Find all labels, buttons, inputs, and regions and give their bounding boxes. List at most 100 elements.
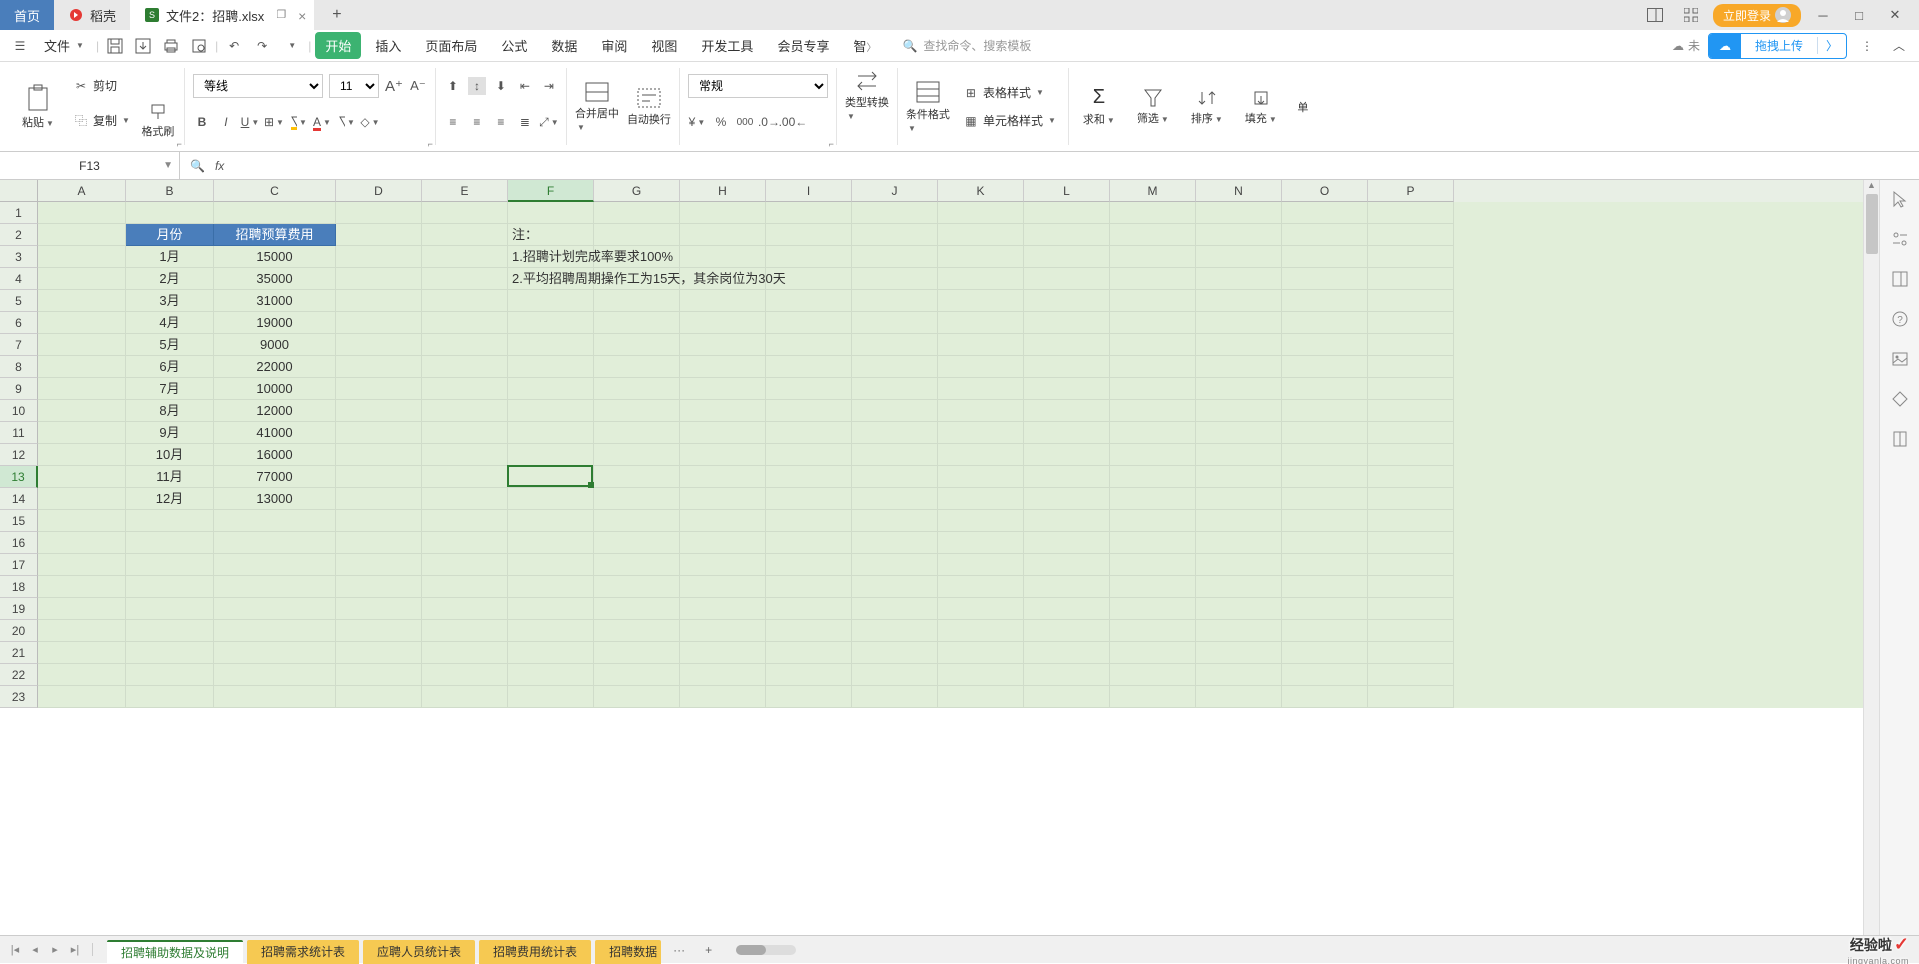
cell-O5[interactable] [1282, 290, 1368, 312]
menu-tab-layout[interactable]: 页面布局 [415, 32, 487, 59]
cell-J8[interactable] [852, 356, 938, 378]
cell-G17[interactable] [594, 554, 680, 576]
increase-font-icon[interactable]: A⁺ [385, 77, 403, 95]
font-color-icon[interactable]: A▼ [313, 113, 331, 131]
cell-L1[interactable] [1024, 202, 1110, 224]
format-painter-button[interactable]: 格式刷 [140, 103, 176, 139]
cell-N16[interactable] [1196, 532, 1282, 554]
sheet-add-icon[interactable]: + [697, 943, 720, 957]
cell-M19[interactable] [1110, 598, 1196, 620]
tab-file-active[interactable]: S 文件2：招聘.xlsx ❐ × [130, 0, 314, 30]
cell-J7[interactable] [852, 334, 938, 356]
menu-tab-formula[interactable]: 公式 [491, 32, 537, 59]
cell-P11[interactable] [1368, 422, 1454, 444]
sort-button[interactable]: 排序▼ [1185, 68, 1229, 145]
cell-B1[interactable] [126, 202, 214, 224]
cell-J9[interactable] [852, 378, 938, 400]
row-header-9[interactable]: 9 [0, 378, 38, 400]
row-header-6[interactable]: 6 [0, 312, 38, 334]
cell-B12[interactable]: 10月 [126, 444, 214, 466]
cell-A5[interactable] [38, 290, 126, 312]
paste-button[interactable]: 粘贴▼ [16, 68, 60, 145]
cell-P4[interactable] [1368, 268, 1454, 290]
cell-M10[interactable] [1110, 400, 1196, 422]
cell-E13[interactable] [422, 466, 508, 488]
cell-I1[interactable] [766, 202, 852, 224]
cell-K3[interactable] [938, 246, 1024, 268]
cell-O10[interactable] [1282, 400, 1368, 422]
cell-L12[interactable] [1024, 444, 1110, 466]
cell-L18[interactable] [1024, 576, 1110, 598]
cell-I16[interactable] [766, 532, 852, 554]
cell-N12[interactable] [1196, 444, 1282, 466]
cell-M14[interactable] [1110, 488, 1196, 510]
increase-decimal-icon[interactable]: .0→ [760, 113, 778, 131]
cell-A8[interactable] [38, 356, 126, 378]
cell-F15[interactable] [508, 510, 594, 532]
col-header-M[interactable]: M [1110, 180, 1196, 202]
cell-P6[interactable] [1368, 312, 1454, 334]
cell-H6[interactable] [680, 312, 766, 334]
cell-G22[interactable] [594, 664, 680, 686]
col-header-A[interactable]: A [38, 180, 126, 202]
cell-M13[interactable] [1110, 466, 1196, 488]
cell-E17[interactable] [422, 554, 508, 576]
cell-M22[interactable] [1110, 664, 1196, 686]
preview-icon[interactable] [187, 34, 211, 58]
cell-I23[interactable] [766, 686, 852, 708]
cell-C21[interactable] [214, 642, 336, 664]
minimize-button[interactable]: ─ [1809, 1, 1837, 29]
cell-M11[interactable] [1110, 422, 1196, 444]
cell-O21[interactable] [1282, 642, 1368, 664]
help-icon[interactable]: ? [1889, 308, 1911, 330]
cell-M5[interactable] [1110, 290, 1196, 312]
cell-K16[interactable] [938, 532, 1024, 554]
cell-B14[interactable]: 12月 [126, 488, 214, 510]
col-header-J[interactable]: J [852, 180, 938, 202]
cell-L10[interactable] [1024, 400, 1110, 422]
cell-H22[interactable] [680, 664, 766, 686]
cell-K9[interactable] [938, 378, 1024, 400]
cell-F12[interactable] [508, 444, 594, 466]
cell-G14[interactable] [594, 488, 680, 510]
cell-F4[interactable]: 2.平均招聘周期操作工为15天，其余岗位为30天 [508, 268, 594, 290]
cell-I20[interactable] [766, 620, 852, 642]
align-middle-icon[interactable]: ↕ [468, 77, 486, 95]
cell-F21[interactable] [508, 642, 594, 664]
font-launcher[interactable]: ⌐ [428, 139, 433, 149]
cell-P16[interactable] [1368, 532, 1454, 554]
cell-B16[interactable] [126, 532, 214, 554]
cell-D12[interactable] [336, 444, 422, 466]
cell-J23[interactable] [852, 686, 938, 708]
cell-P7[interactable] [1368, 334, 1454, 356]
row-header-16[interactable]: 16 [0, 532, 38, 554]
cells-area[interactable]: 月份招聘预算费用注：1月150001.招聘计划完成率要求100%2月350002… [38, 202, 1863, 708]
menu-tab-data[interactable]: 数据 [541, 32, 587, 59]
cell-N22[interactable] [1196, 664, 1282, 686]
cell-F17[interactable] [508, 554, 594, 576]
cell-P19[interactable] [1368, 598, 1454, 620]
cell-N10[interactable] [1196, 400, 1282, 422]
undo-dropdown[interactable]: ▼ [280, 34, 304, 58]
cell-B6[interactable]: 4月 [126, 312, 214, 334]
cell-C1[interactable] [214, 202, 336, 224]
cell-O16[interactable] [1282, 532, 1368, 554]
cell-P23[interactable] [1368, 686, 1454, 708]
sheet-tab-4[interactable]: 招聘数据 [595, 940, 661, 964]
cell-L7[interactable] [1024, 334, 1110, 356]
cell-D19[interactable] [336, 598, 422, 620]
login-button[interactable]: 立即登录 [1713, 4, 1801, 27]
vertical-scrollbar[interactable]: ▲ [1863, 180, 1879, 935]
undo-icon[interactable]: ↶ [222, 34, 246, 58]
cell-J15[interactable] [852, 510, 938, 532]
cell-F2[interactable]: 注： [508, 224, 594, 246]
cell-N5[interactable] [1196, 290, 1282, 312]
cell-I5[interactable] [766, 290, 852, 312]
cell-D23[interactable] [336, 686, 422, 708]
cell-G20[interactable] [594, 620, 680, 642]
cell-L5[interactable] [1024, 290, 1110, 312]
bold-icon[interactable]: B [193, 113, 211, 131]
cell-G10[interactable] [594, 400, 680, 422]
cell-G5[interactable] [594, 290, 680, 312]
cell-O9[interactable] [1282, 378, 1368, 400]
